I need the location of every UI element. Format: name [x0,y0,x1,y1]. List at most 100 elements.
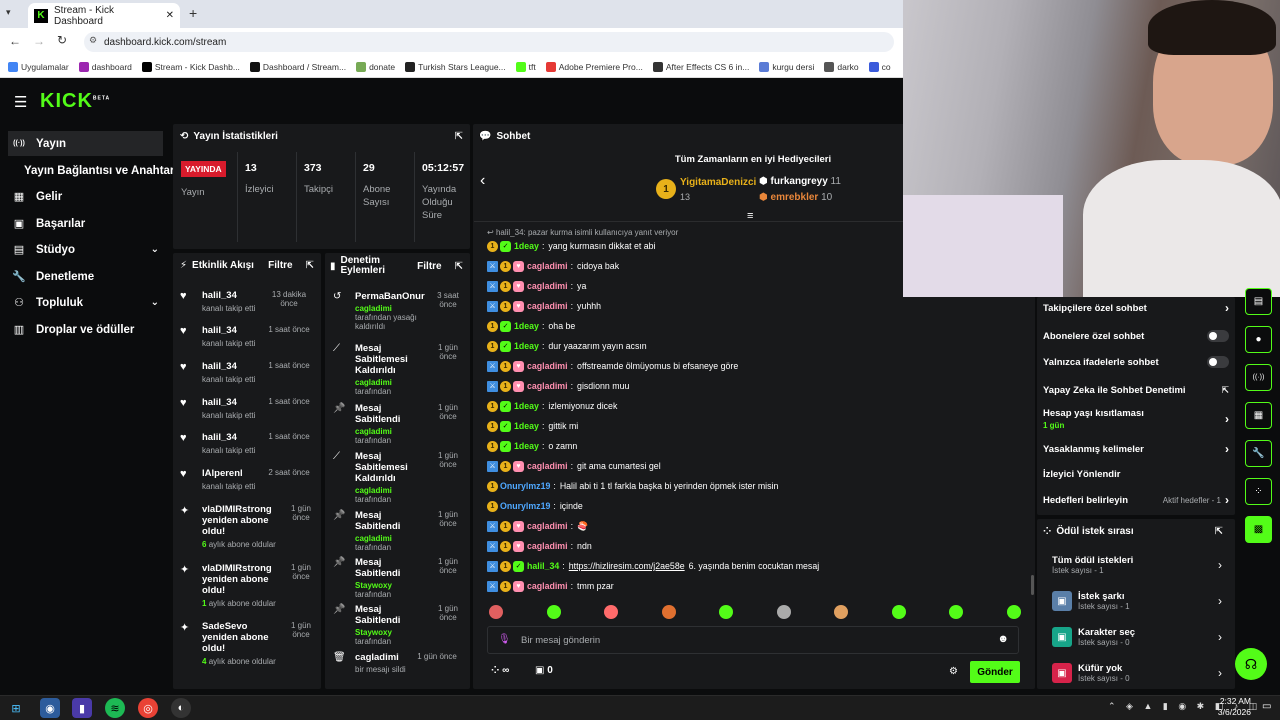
moderation-actor[interactable]: Staywoxy [355,581,392,590]
moderation-actor[interactable]: cagladimi [355,486,392,495]
sidebar-item-4[interactable]: ▣ Başarılar [8,211,163,236]
moderation-actor[interactable]: cagladimi [355,534,392,543]
moderation-title[interactable]: PermaBanOnur [355,291,427,302]
gifter-3[interactable]: ⬢ emrebkler 10 [759,192,832,203]
chat-username[interactable]: cagladimi [527,541,568,551]
chat-username[interactable]: 1deay [514,241,539,251]
emote-icon[interactable] [949,605,963,619]
wrench-icon[interactable]: 🔧 [1245,440,1272,467]
forward-icon[interactable]: → [33,34,45,48]
moderation-title[interactable]: Mesaj Sabitlendi [355,510,427,532]
close-tab-icon[interactable]: ✕ [166,10,174,21]
popout-icon[interactable]: ⇱ [455,261,463,272]
sidebar-item-3[interactable]: ▦ Gelir [8,184,163,209]
moderation-filter-button[interactable]: Filtre [417,261,441,272]
chat-setting-item[interactable]: Hesap yaşı kısıtlaması 1 gün › [1043,405,1229,433]
file-icon[interactable]: ▤ [1245,288,1272,315]
bookmark-item[interactable]: Dashboard / Stream... [249,61,346,72]
support-headset-icon[interactable]: ☊ [1235,648,1267,680]
screen-icon[interactable]: ▩ [1245,516,1272,543]
address-bar[interactable]: ⚙ dashboard.kick.com/stream [84,32,894,52]
chat-username[interactable]: 1deay [514,421,539,431]
spotify-icon[interactable]: ≋ [105,698,125,718]
bookmark-item[interactable]: kurgu dersi [759,61,814,72]
moderation-actor[interactable]: cagladimi [355,427,392,436]
clock[interactable]: 2:32 AM 3/6/2026 [1203,696,1251,718]
sidebar-item-7[interactable]: ⚇ Topluluk ⌄ [8,290,163,315]
sidebar-item-1[interactable]: ((·)) Yayın [8,131,163,156]
reward-queue-item[interactable]: Tüm ödül istekleri İstek sayısı - 1 › [1052,551,1222,579]
chat-username[interactable]: cagladimi [527,581,568,591]
gifter-2[interactable]: ⬢ furkangreyy 11 [759,176,841,187]
emote-icon[interactable] [719,605,733,619]
chrome-icon[interactable]: ◎ [138,698,158,718]
moderation-title[interactable]: Mesaj Sabitlendi [355,557,427,579]
popout-icon[interactable]: ⇱ [1215,526,1223,537]
moderation-actor[interactable]: cagladimi [355,304,392,313]
app-icon[interactable]: ▮ [72,698,92,718]
chat-setting-item[interactable]: Abonelere özel sohbet [1043,326,1229,346]
sidebar-item-6[interactable]: 🔧 Denetleme [8,264,163,289]
chat-username[interactable]: 1deay [514,441,539,451]
bookmark-item[interactable]: dashboard [78,61,132,72]
moderation-title[interactable]: Mesaj Sabitlendi [355,604,427,626]
emoji-icon[interactable]: ☻ [997,633,1009,645]
obs-icon[interactable]: ◐ [171,698,191,718]
emote-icon[interactable] [891,605,906,619]
hamburger-menu-icon[interactable]: ☰ [14,93,27,111]
chat-setting-item[interactable]: Yasaklanmış kelimeler › [1043,439,1229,459]
chat-input[interactable]: 🎙 Bir mesaj gönderin ☻ [487,626,1019,654]
reward-queue-item[interactable]: ▣ Karakter seç İstek sayısı - 0 › [1052,623,1222,651]
chevron-right-icon[interactable]: › [1225,493,1229,507]
chat-bubble-icon[interactable]: ● [1245,326,1272,353]
new-tab-button[interactable]: + [189,5,197,21]
moderation-title[interactable]: Mesaj Sabitlemesi Kaldırıldı [355,451,427,484]
chat-setting-item[interactable]: Hedefleri belirleyin Aktif hedefler - 1 › [1043,490,1229,510]
chevron-right-icon[interactable]: › [1218,594,1222,608]
sidebar-item-8[interactable]: ▥ Droplar ve ödüller [8,317,163,342]
bookmark-item[interactable]: co [868,61,891,72]
gifter-1-name[interactable]: YigitamaDenizci [680,177,756,188]
site-info-icon[interactable]: ⚙ [89,35,97,46]
chevron-left-icon[interactable]: ‹ [480,172,485,190]
chat-settings-icon[interactable]: ⚙ [949,666,958,677]
moderation-title[interactable]: Mesaj Sabitlendi [355,403,427,425]
activity-filter-button[interactable]: Filtre [268,260,292,271]
reward-queue-item[interactable]: ▣ Küfür yok İstek sayısı - 0 › [1052,659,1222,687]
gift-counter[interactable]: ▣ 0 [535,665,553,676]
chat-setting-item[interactable]: Yapay Zeka ile Sohbet Denetimi ⇱ [1043,380,1229,400]
emote-icon[interactable] [661,605,676,619]
emote-icon[interactable] [489,605,503,619]
emote-icon[interactable] [546,605,561,619]
chevron-right-icon[interactable]: › [1218,558,1222,572]
bookmark-item[interactable]: Uygulamalar [8,61,69,72]
chat-username[interactable]: 1deay [514,341,539,351]
emote-icon[interactable] [604,605,618,619]
chat-username[interactable]: 1deay [514,401,539,411]
chat-username[interactable]: 1deay [514,321,539,331]
tab-list-icon[interactable]: ▾ [6,7,11,18]
back-icon[interactable]: ← [9,34,21,48]
bookmark-item[interactable]: Adobe Premiere Pro... [545,61,643,72]
broadcast-icon[interactable]: ((·)) [1245,364,1272,391]
popout-icon[interactable]: ⇱ [306,260,314,271]
chevron-down-icon[interactable]: ⌄ [151,244,159,255]
moderation-title[interactable]: Mesaj Sabitlemesi Kaldırıldı [355,343,427,376]
app-icon[interactable]: ◉ [40,698,60,718]
reload-icon[interactable]: ↻ [57,33,67,47]
chevron-right-icon[interactable]: › [1218,630,1222,644]
chat-link[interactable]: https://hizliresim.com/j2ae58e [569,561,685,571]
bookmark-item[interactable]: darko [824,61,859,72]
chevron-right-icon[interactable]: › [1225,301,1229,315]
bookmark-item[interactable]: Turkish Stars League... [405,61,506,72]
chat-username[interactable]: Onurylmz19 [500,481,550,491]
bookmark-item[interactable]: donate [356,61,395,72]
emote-icon[interactable] [834,605,848,619]
toggle-switch[interactable] [1207,356,1229,368]
chat-setting-item[interactable]: İzleyici Yönlendir [1043,464,1229,484]
nodes-icon[interactable]: ⁘ [1245,478,1272,505]
chat-setting-item[interactable]: Yalnızca ifadelerle sohbet [1043,352,1229,372]
chat-username[interactable]: cagladimi [527,381,568,391]
chat-setting-item[interactable]: Takipçilere özel sohbet › [1043,298,1229,318]
sidebar-item-2[interactable]: Yayın Bağlantısı ve Anahtarı [8,158,178,183]
